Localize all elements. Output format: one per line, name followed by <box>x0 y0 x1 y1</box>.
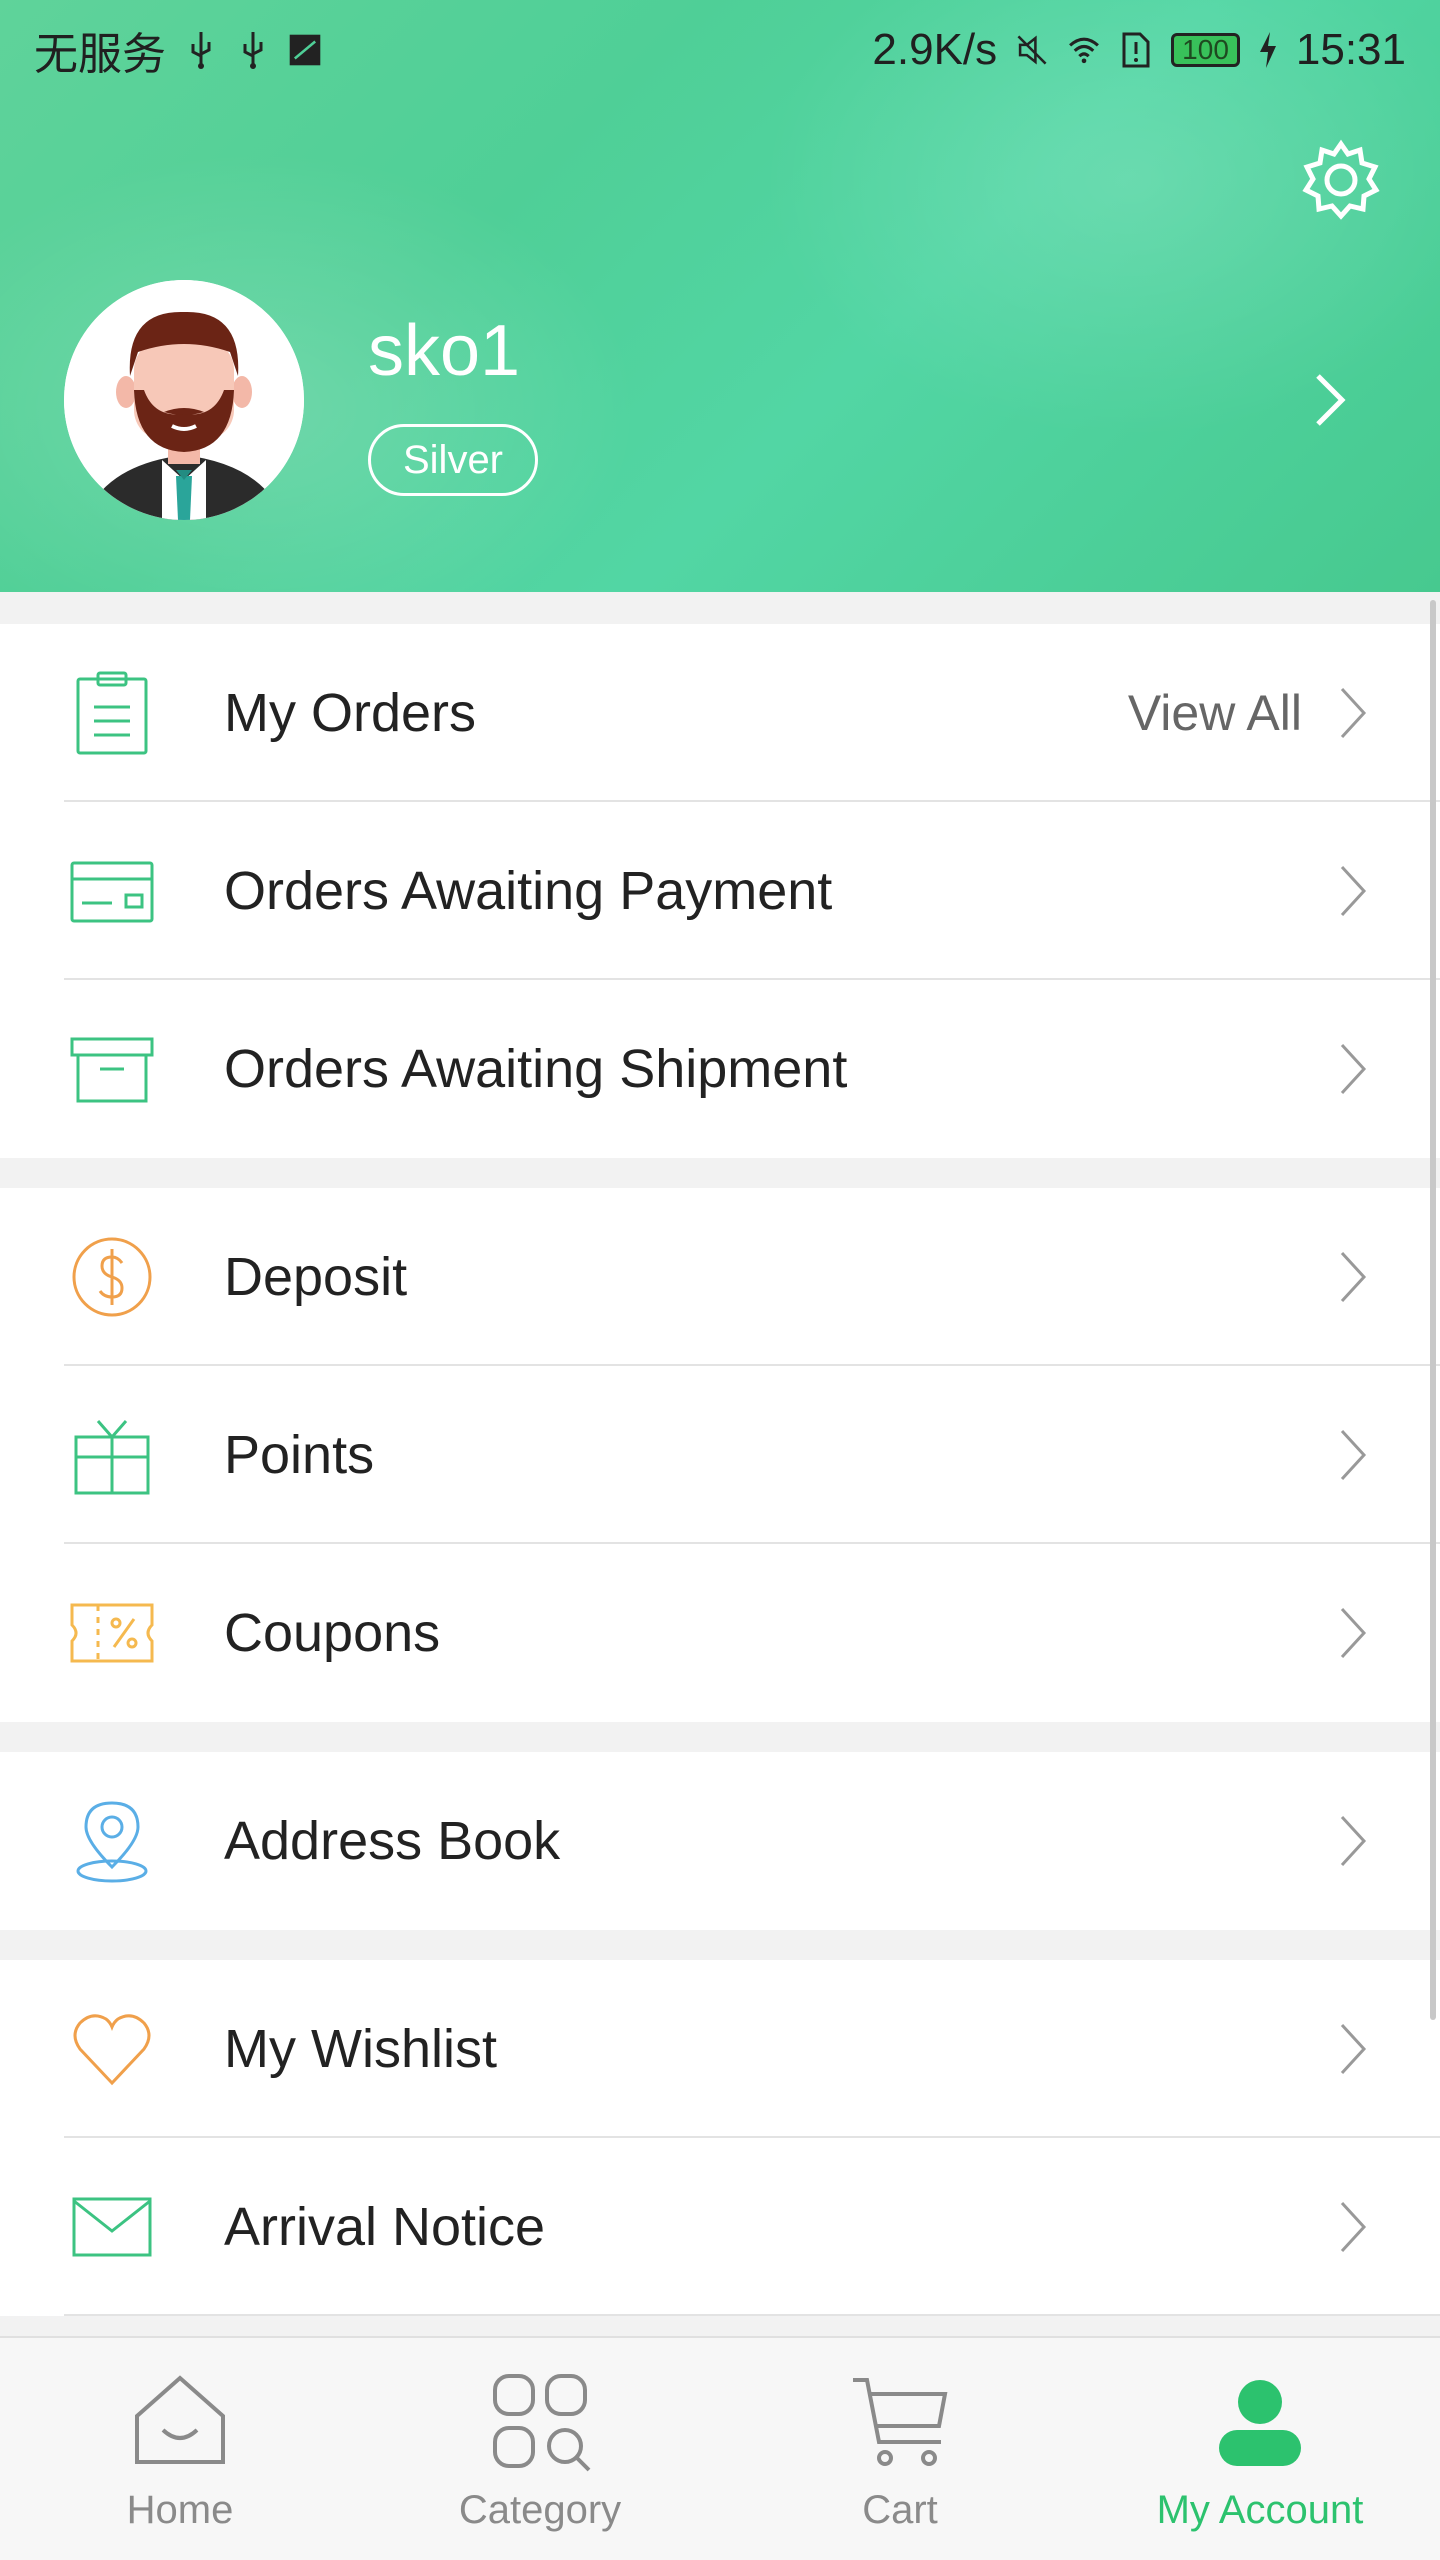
orders-awaiting-payment-label: Orders Awaiting Payment <box>224 861 833 921</box>
charging-icon <box>1259 32 1276 68</box>
coupon-ticket-icon <box>70 1603 154 1663</box>
clock: 15:31 <box>1295 25 1406 74</box>
sim-alert-icon <box>1122 32 1150 68</box>
username: sko1 <box>368 311 521 391</box>
address-book-label: Address Book <box>224 1811 561 1871</box>
nav-cart[interactable]: Cart <box>720 2338 1080 2560</box>
nav-category[interactable]: Category <box>360 2338 720 2560</box>
address-book-row[interactable]: Address Book <box>0 1752 1440 1930</box>
arrival-notice-row[interactable]: Arrival Notice <box>0 2138 1440 2316</box>
category-grid-icon <box>493 2374 591 2472</box>
network-speed: 2.9K/s <box>872 25 998 74</box>
heart-icon <box>73 2014 151 2086</box>
chevron-right-icon <box>1340 1043 1367 1095</box>
nav-my-account-label: My Account <box>1156 2488 1364 2532</box>
points-label: Points <box>224 1425 375 1485</box>
orders-section: My Orders View All Orders Awaiting Payme… <box>0 624 1440 1158</box>
orders-awaiting-payment-row[interactable]: Orders Awaiting Payment <box>0 802 1440 980</box>
profile-header: 无服务 2.9K/s 100 15:31 sko1 Silver <box>0 0 1440 592</box>
battery-indicator: 100 <box>1171 33 1240 67</box>
envelope-icon <box>72 2197 152 2257</box>
nav-my-account[interactable]: My Account <box>1080 2338 1440 2560</box>
user-account-icon <box>1219 2380 1301 2466</box>
chevron-right-icon <box>1340 2201 1367 2253</box>
chevron-right-icon <box>1340 1251 1367 1303</box>
user-avatar[interactable] <box>64 280 304 520</box>
points-row[interactable]: Points <box>0 1366 1440 1544</box>
nav-home[interactable]: Home <box>0 2338 360 2560</box>
mute-icon <box>1017 35 1047 65</box>
settings-gear-icon[interactable] <box>1296 136 1386 226</box>
chevron-right-icon <box>1340 2023 1367 2075</box>
deposit-row[interactable]: Deposit <box>0 1188 1440 1366</box>
wishlist-section: My Wishlist Arrival Notice <box>0 1960 1440 2316</box>
usb-icon <box>191 32 211 69</box>
dollar-coin-icon <box>72 1237 152 1317</box>
bottom-navigation: Home Category Cart My Account <box>0 2336 1440 2560</box>
usb-icon <box>243 32 263 69</box>
arrival-notice-label: Arrival Notice <box>224 2197 546 2257</box>
carrier-text: 无服务 <box>34 30 166 79</box>
view-all-link[interactable]: View All <box>1128 684 1302 742</box>
orders-awaiting-shipment-row[interactable]: Orders Awaiting Shipment <box>0 980 1440 1158</box>
wifi-icon <box>1069 37 1100 64</box>
nav-cart-label: Cart <box>862 2488 938 2532</box>
my-wishlist-label: My Wishlist <box>224 2019 497 2079</box>
nav-category-label: Category <box>458 2488 622 2532</box>
coupons-label: Coupons <box>224 1603 441 1663</box>
gift-icon <box>74 1420 150 1495</box>
nav-home-label: Home <box>126 2488 234 2532</box>
status-bar: 无服务 2.9K/s 100 15:31 <box>0 0 1440 100</box>
scrollbar[interactable] <box>1430 600 1436 2020</box>
chevron-right-icon <box>1340 865 1367 917</box>
my-orders-row[interactable]: My Orders View All <box>0 624 1440 802</box>
clipboard-icon <box>76 671 148 755</box>
coupons-row[interactable]: Coupons <box>0 1544 1440 1722</box>
deposit-label: Deposit <box>224 1247 408 1307</box>
membership-level-badge: Silver <box>368 424 538 496</box>
orders-awaiting-shipment-label: Orders Awaiting Shipment <box>224 1039 848 1099</box>
chevron-right-icon <box>1340 1429 1367 1481</box>
chevron-right-icon <box>1340 1815 1367 1867</box>
box-icon <box>70 1037 154 1103</box>
chevron-right-icon[interactable] <box>1310 370 1350 430</box>
home-icon <box>135 2375 225 2464</box>
chevron-right-icon <box>1340 1607 1367 1659</box>
chevron-right-icon <box>1340 687 1367 739</box>
my-orders-label: My Orders <box>224 683 477 743</box>
location-pin-icon <box>76 1801 148 1883</box>
finance-section: Deposit Points Coupons <box>0 1188 1440 1722</box>
cart-icon <box>853 2378 948 2466</box>
app-notification-icon <box>289 34 321 66</box>
credit-card-icon <box>70 861 154 923</box>
address-section: Address Book <box>0 1752 1440 1930</box>
my-wishlist-row[interactable]: My Wishlist <box>0 1960 1440 2138</box>
